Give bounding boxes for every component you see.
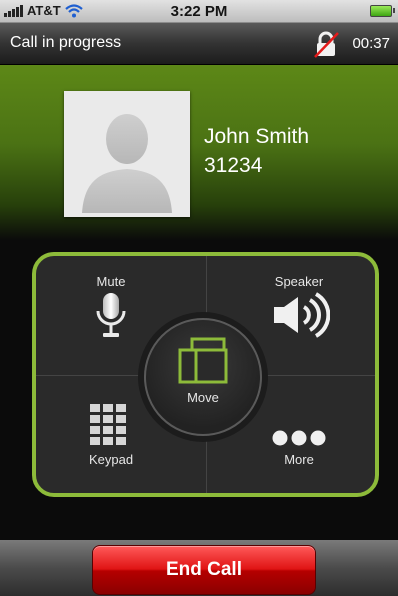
keypad-button[interactable]: Keypad (36, 404, 186, 493)
contact-name: John Smith (204, 125, 310, 148)
contact-photo (64, 91, 190, 217)
call-title-bar: Call in progress 00:37 (0, 23, 398, 65)
move-call-icon (178, 337, 228, 384)
more-button[interactable]: More (224, 428, 374, 493)
status-bar: AT&T 3:22 PM (0, 0, 398, 23)
call-duration: 00:37 (352, 35, 390, 52)
call-status-title: Call in progress (10, 34, 122, 51)
lock-crossed-icon[interactable] (312, 30, 340, 58)
call-screen: AT&T 3:22 PM Call in progress 00:37 John… (0, 0, 398, 596)
call-control-pad: Mute Speaker Move Keypad More (32, 252, 379, 497)
keypad-label: Keypad (88, 452, 134, 467)
contact-area: John Smith 31234 (0, 65, 398, 240)
more-label: More (284, 452, 314, 467)
microphone-icon (96, 293, 126, 337)
mute-label: Mute (96, 274, 126, 289)
battery-icon (370, 5, 395, 17)
contact-number: 31234 (204, 154, 263, 177)
bottom-bar: End Call (0, 540, 398, 596)
keypad-icon (90, 404, 126, 445)
speaker-icon (274, 292, 330, 338)
status-time: 3:22 PM (170, 3, 228, 20)
end-call-button[interactable]: End Call (92, 545, 316, 595)
more-dots-icon (272, 430, 326, 446)
speaker-label: Speaker (274, 274, 324, 289)
contact-silhouette-icon (82, 114, 172, 213)
move-label: Move (187, 390, 219, 405)
